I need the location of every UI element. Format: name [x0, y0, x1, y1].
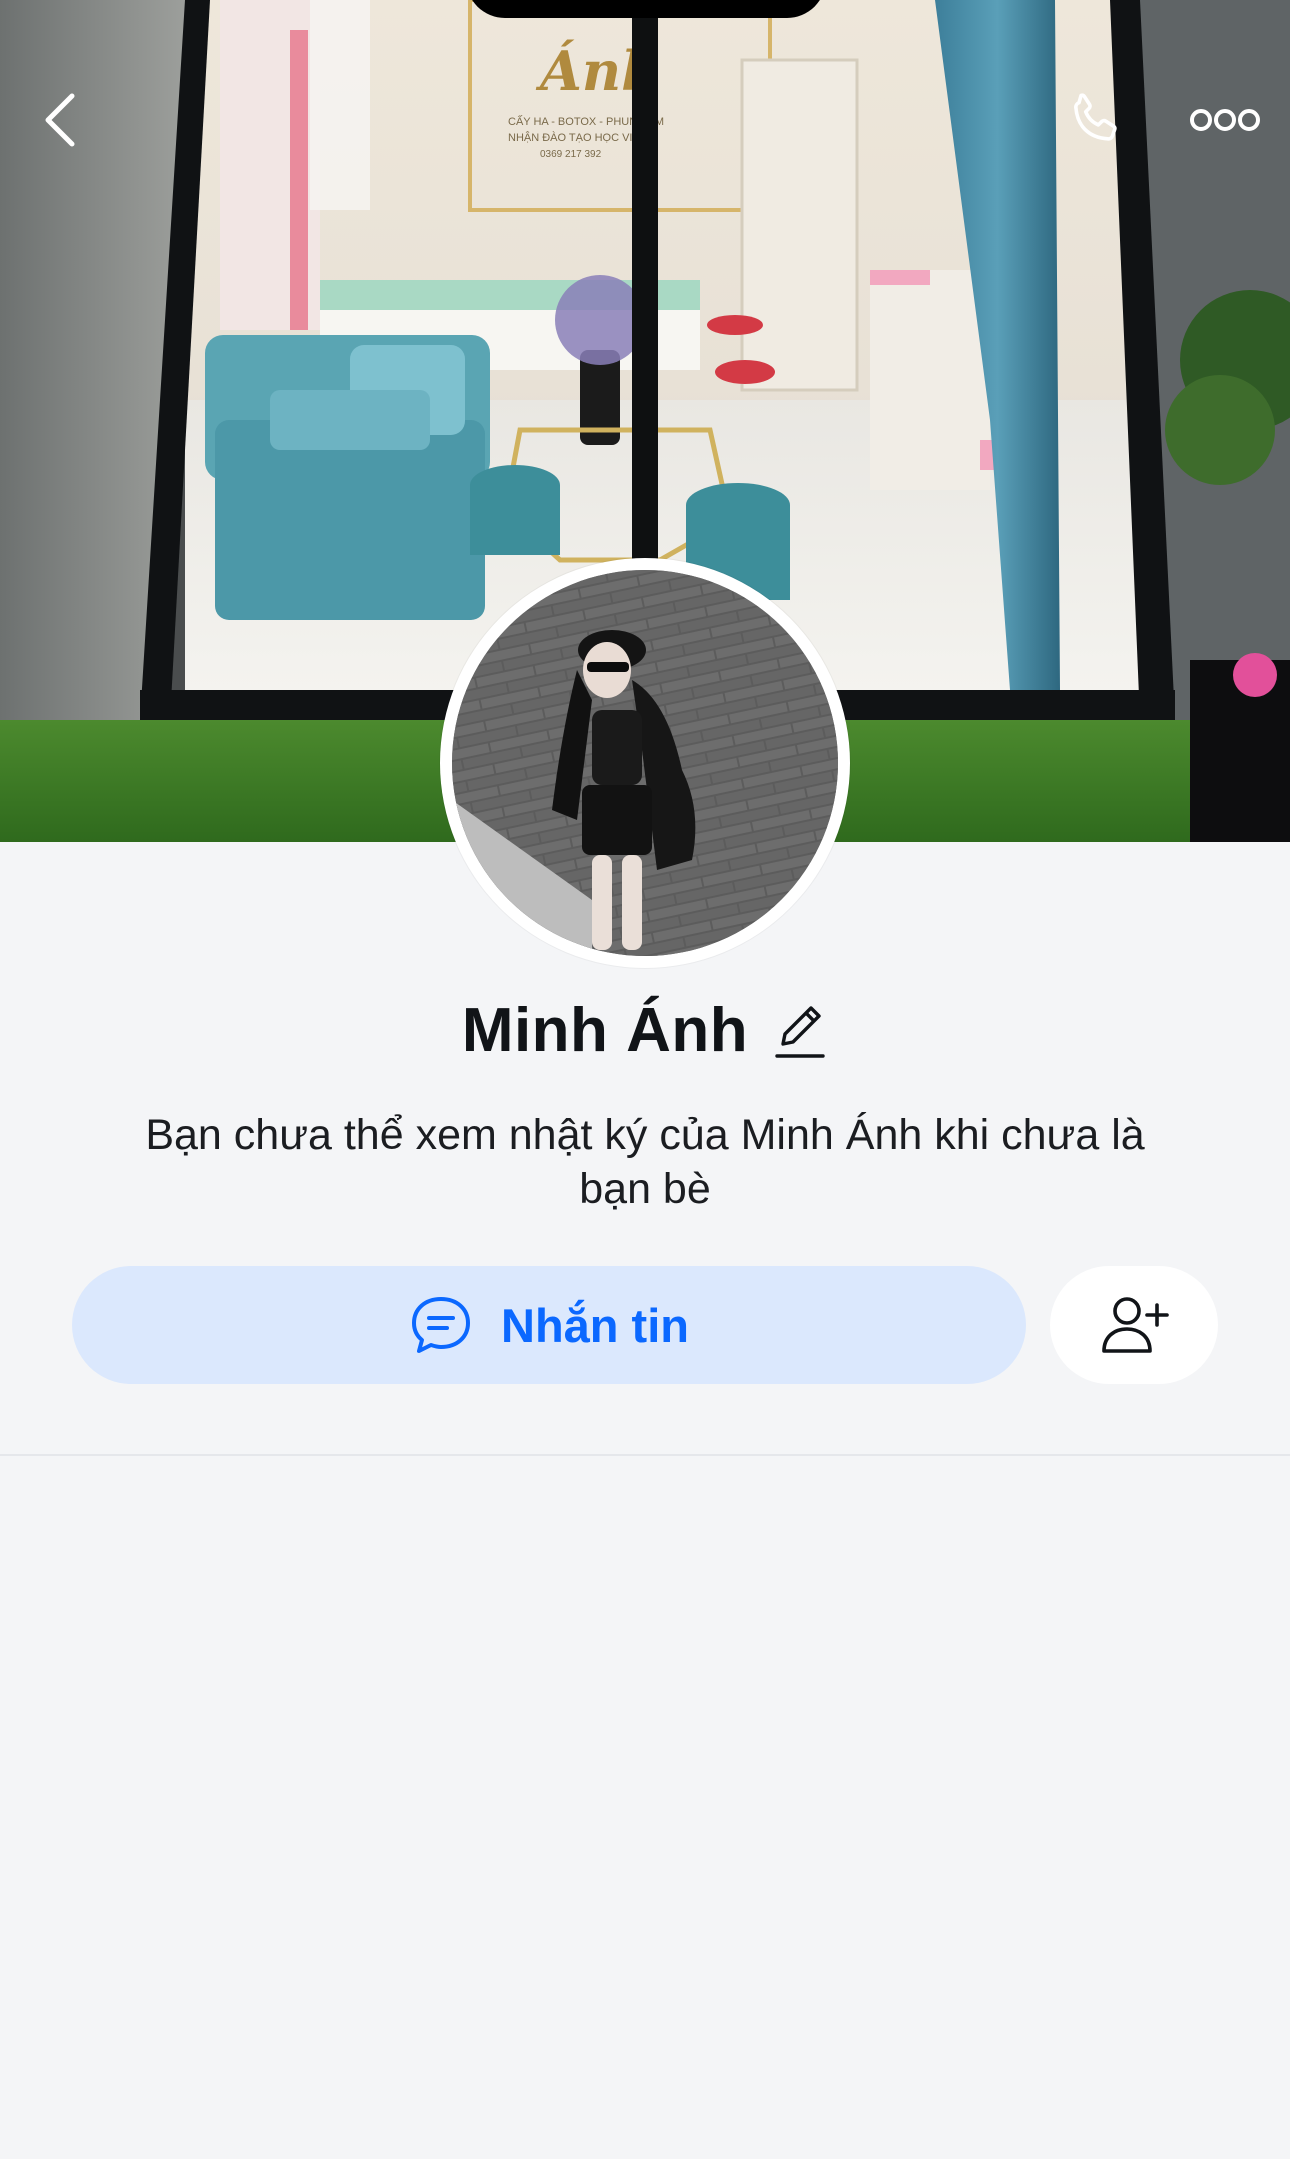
- message-button[interactable]: Nhắn tin: [72, 1266, 1026, 1384]
- svg-text:0369 217 392: 0369 217 392: [540, 149, 602, 160]
- section-divider: [0, 1454, 1290, 1456]
- chat-bubble-icon: [412, 1297, 470, 1353]
- add-user-icon: [1102, 1297, 1169, 1353]
- call-button[interactable]: [1055, 80, 1135, 160]
- more-button[interactable]: [1180, 90, 1270, 150]
- pencil-icon: [775, 1006, 825, 1058]
- phone-icon: [1074, 93, 1117, 141]
- svg-text:NHẬN ĐÀO TẠO HỌC VIÊN: NHẬN ĐÀO TẠO HỌC VIÊN: [508, 131, 648, 144]
- message-button-label: Nhắn tin: [501, 1298, 689, 1352]
- chevron-left-icon: [45, 93, 75, 147]
- back-button[interactable]: [30, 80, 90, 160]
- avatar[interactable]: [440, 558, 850, 968]
- profile-name-row: Minh Ánh: [0, 990, 1290, 1070]
- avatar-image: [452, 570, 838, 956]
- privacy-notice: Bạn chưa thể xem nhật ký của Minh Ánh kh…: [145, 1111, 1145, 1213]
- dynamic-island: [466, 0, 826, 18]
- more-dots-icon: [1190, 109, 1260, 131]
- add-friend-button[interactable]: [1050, 1266, 1218, 1384]
- profile-name: Minh Ánh: [461, 995, 749, 1065]
- edit-name-button[interactable]: [772, 1000, 828, 1060]
